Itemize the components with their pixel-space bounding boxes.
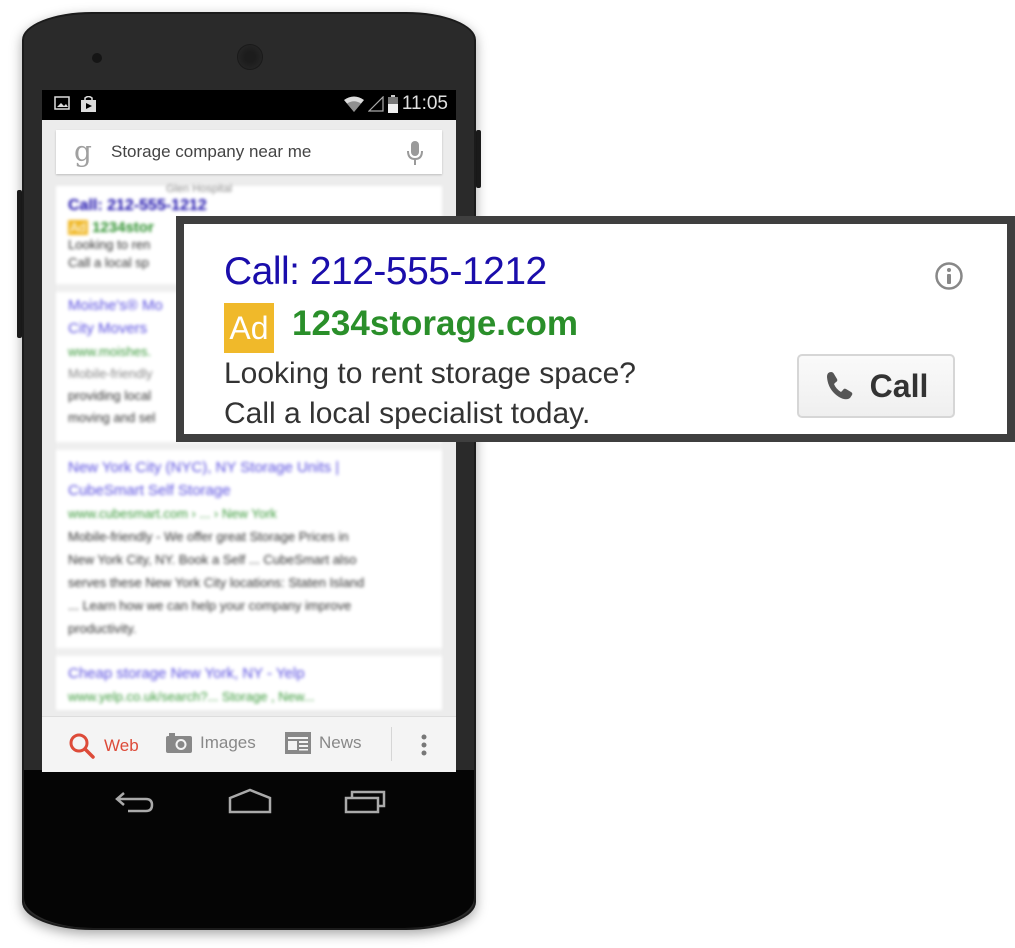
phone-icon (826, 372, 852, 400)
status-bar: 11:05 (42, 90, 456, 120)
newspaper-icon (285, 732, 311, 754)
tab-web[interactable]: Web (68, 732, 139, 760)
ad-preview-title[interactable]: Call: 212-555-1212 (68, 194, 207, 217)
result-snippet: Mobile-friendly - We offer great Storage… (68, 529, 349, 544)
result-snippet: productivity. (68, 621, 137, 636)
ad-preview-badge: Ad (68, 220, 88, 235)
divider (56, 648, 442, 656)
bottom-nav: Web Images News (42, 716, 456, 772)
overflow-menu-icon[interactable] (420, 733, 428, 757)
ad-preview-line2: Call a local sp (68, 255, 149, 270)
result-url: www.cubesmart.com › ... › New York (68, 506, 277, 521)
ad-title[interactable]: Call: 212-555-1212 (224, 250, 547, 294)
search-bar[interactable]: g Storage company near me (56, 130, 442, 174)
result-url: www.moishes. (68, 344, 152, 359)
ad-callout: Call: 212-555-1212 Ad 1234storage.com Lo… (176, 216, 1015, 442)
search-input[interactable]: Storage company near me (111, 142, 311, 162)
divider (56, 442, 442, 450)
call-button[interactable]: Call (797, 354, 955, 418)
result-snippet: serves these New York City locations: St… (68, 575, 365, 590)
result-snippet: New York City, NY. Book a Self ... CubeS… (68, 552, 357, 567)
gallery-icon (54, 96, 70, 110)
google-logo: g (74, 135, 92, 168)
tab-news-label: News (319, 733, 362, 752)
play-store-icon (81, 96, 96, 112)
proximity-sensor (92, 53, 102, 63)
result-snippet: moving and sel (68, 410, 156, 425)
tab-web-label: Web (104, 736, 139, 755)
recent-apps-icon[interactable] (344, 788, 386, 814)
nav-divider (391, 727, 392, 761)
tab-images[interactable]: Images (166, 732, 256, 754)
tab-news[interactable]: News (285, 732, 362, 754)
home-icon[interactable] (228, 788, 272, 814)
ad-preview-url: 1234stor (92, 219, 154, 236)
result-snippet: providing local (68, 388, 152, 403)
ad-callout-card[interactable]: Call: 212-555-1212 Ad 1234storage.com Lo… (184, 224, 1007, 434)
back-icon[interactable] (114, 790, 156, 814)
result-title[interactable]: Moishe's® Mo (68, 294, 163, 317)
info-icon[interactable] (934, 261, 964, 291)
earpiece-speaker (237, 44, 263, 70)
camera-icon (166, 733, 192, 753)
signal-icon (367, 96, 384, 112)
ad-description-line1: Looking to rent storage space? (224, 357, 636, 390)
power-button (476, 130, 481, 188)
result-url: www.yelp.co.uk/search?... Storage , New.… (68, 689, 315, 704)
result-title[interactable]: CubeSmart Self Storage (68, 479, 231, 502)
battery-icon (387, 95, 398, 113)
ad-preview-line1: Looking to ren (68, 237, 151, 252)
navigation-softkeys (24, 786, 474, 826)
search-icon (69, 733, 95, 759)
microphone-icon[interactable] (406, 140, 424, 166)
ad-description-line2: Call a local specialist today. (224, 397, 591, 430)
result-snippet: Mobile-friendly (68, 366, 153, 381)
result-title[interactable]: New York City (NYC), NY Storage Units | (68, 456, 339, 479)
result-title[interactable]: City Movers (68, 317, 147, 340)
result-title[interactable]: Cheap storage New York, NY - Yelp (68, 662, 305, 685)
ad-description: Looking to rent storage space? Call a lo… (224, 354, 636, 434)
tab-images-label: Images (200, 733, 256, 752)
ad-display-url[interactable]: 1234storage.com (292, 304, 578, 344)
result-snippet: ... Learn how we can help your company i… (68, 598, 352, 613)
call-button-label: Call (869, 367, 929, 404)
clock: 11:05 (401, 93, 448, 114)
wifi-icon (343, 96, 364, 112)
ad-badge: Ad (224, 303, 274, 353)
